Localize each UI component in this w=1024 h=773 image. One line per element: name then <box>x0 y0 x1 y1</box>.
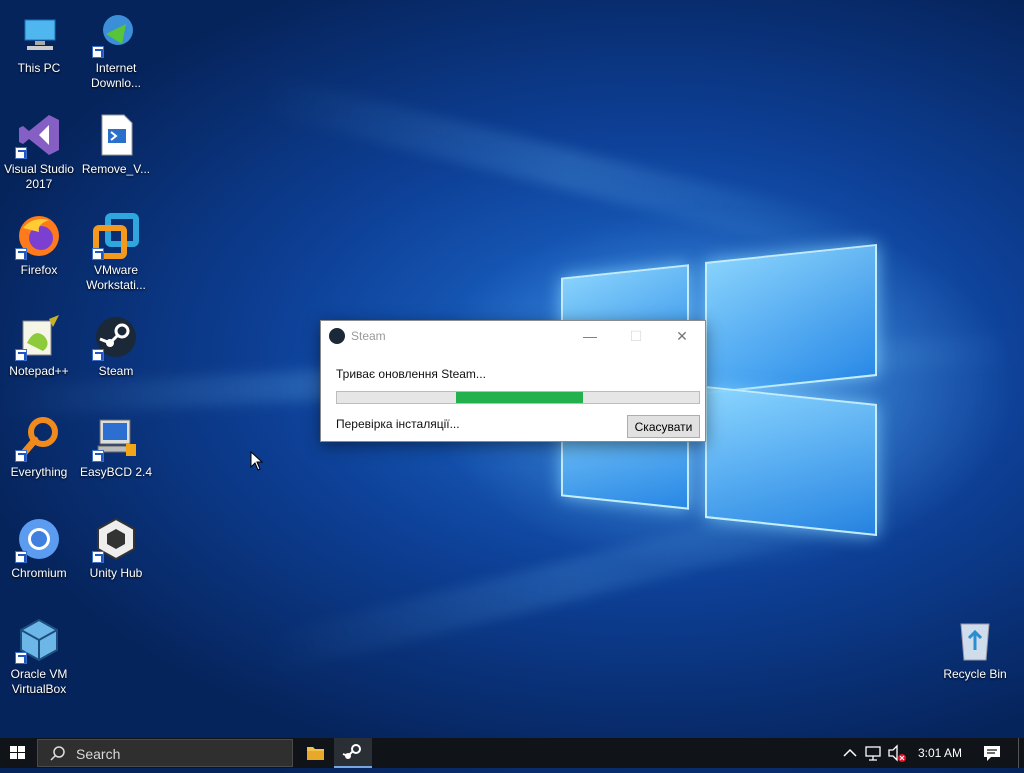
icon-label: Visual Studio 2017 <box>4 162 74 191</box>
taskbar: Search 3:01 AM <box>0 738 1024 768</box>
desktop-icon-steam[interactable]: Steam <box>76 307 156 379</box>
tray-action-center[interactable] <box>978 738 1006 768</box>
taskbar-file-explorer[interactable] <box>296 738 334 768</box>
progress-fill <box>456 392 584 403</box>
search-placeholder: Search <box>76 746 121 762</box>
desktop-icon-this-pc[interactable]: This PC <box>0 4 79 76</box>
desktop-icon-chromium[interactable]: Chromium <box>0 509 79 581</box>
cancel-button[interactable]: Скасувати <box>627 415 700 438</box>
icon-label: Internet Downlo... <box>90 61 142 90</box>
update-status-text: Перевірка інсталяції... <box>336 417 460 431</box>
tray-show-hidden[interactable] <box>840 738 860 768</box>
icon-label: Chromium <box>11 566 67 580</box>
desktop-icon-firefox[interactable]: Firefox <box>0 206 79 278</box>
shortcut-arrow-icon <box>92 551 104 563</box>
icon-label: Unity Hub <box>89 566 143 580</box>
steam-icon <box>92 313 140 361</box>
update-progress-bar <box>336 391 700 404</box>
dialog-title: Steam <box>351 329 386 343</box>
folder-icon <box>307 747 324 760</box>
desktop-icon-unity-hub[interactable]: Unity Hub <box>76 509 156 581</box>
easybcd-icon <box>92 414 140 462</box>
minimize-button[interactable]: — <box>567 321 613 351</box>
icon-label: Remove_V... <box>81 162 151 176</box>
desktop-icon-visual-studio[interactable]: Visual Studio 2017 <box>0 105 79 192</box>
icon-label: VMware Workstati... <box>86 263 146 292</box>
visual-studio-icon <box>15 111 63 159</box>
chromium-icon <box>15 515 63 563</box>
everything-search-icon <box>15 414 63 462</box>
icon-label: Steam <box>98 364 134 378</box>
desktop-icon-easybcd[interactable]: EasyBCD 2.4 <box>76 408 156 480</box>
shortcut-arrow-icon <box>15 248 27 260</box>
shortcut-arrow-icon <box>15 652 27 664</box>
desktop-icon-remove-script[interactable]: Remove_V... <box>76 105 156 177</box>
mouse-cursor-icon <box>250 450 264 476</box>
dialog-titlebar[interactable]: Steam — ☐ ✕ <box>321 321 705 351</box>
volume-muted-icon <box>888 744 906 762</box>
maximize-button: ☐ <box>629 328 643 344</box>
desktop-icon-everything[interactable]: Everything <box>0 408 79 480</box>
icon-label: This PC <box>17 61 61 75</box>
chevron-up-icon <box>843 748 857 757</box>
notification-icon <box>984 746 1000 761</box>
taskbar-steam[interactable] <box>334 738 372 768</box>
recycle-bin-icon <box>951 616 999 664</box>
icon-label: Recycle Bin <box>943 667 1007 681</box>
taskbar-clock[interactable]: 3:01 AM <box>910 746 970 760</box>
close-button[interactable]: ✕ <box>659 321 705 351</box>
shortcut-arrow-icon <box>92 450 104 462</box>
steam-logo-icon <box>329 328 345 344</box>
desktop-icon-virtualbox[interactable]: Oracle VM VirtualBox <box>0 610 79 697</box>
shortcut-arrow-icon <box>15 450 27 462</box>
idm-icon <box>92 10 140 58</box>
tray-network[interactable] <box>862 738 884 768</box>
desktop-icon-notepad-plus-plus[interactable]: Notepad++ <box>0 307 79 379</box>
desktop-icon-recycle-bin[interactable]: Recycle Bin <box>935 610 1015 682</box>
icon-label: EasyBCD 2.4 <box>79 465 153 479</box>
icon-label: Oracle VM VirtualBox <box>10 667 68 696</box>
icon-label: Firefox <box>20 263 58 277</box>
desktop-icon-vmware[interactable]: VMware Workstati... <box>76 206 156 293</box>
unity-hub-icon <box>92 515 140 563</box>
network-icon <box>865 746 881 761</box>
computer-icon <box>15 10 63 58</box>
update-message: Триває оновлення Steam... <box>336 367 486 381</box>
tray-volume[interactable] <box>886 738 908 768</box>
taskbar-search-box[interactable]: Search <box>37 739 293 767</box>
shortcut-arrow-icon <box>92 349 104 361</box>
steam-icon <box>342 744 361 759</box>
firefox-icon <box>15 212 63 260</box>
desktop-icon-internet-download-manager[interactable]: Internet Downlo... <box>76 4 156 91</box>
search-icon <box>50 746 65 761</box>
shortcut-arrow-icon <box>92 248 104 260</box>
shortcut-arrow-icon <box>15 147 27 159</box>
show-desktop-button[interactable] <box>1018 738 1024 768</box>
shortcut-arrow-icon <box>15 551 27 563</box>
shortcut-arrow-icon <box>15 349 27 361</box>
icon-label: Notepad++ <box>9 364 69 378</box>
windows-start-icon <box>10 746 25 759</box>
start-button[interactable] <box>0 738 36 768</box>
powershell-script-icon <box>92 111 140 159</box>
notepad-plus-plus-icon <box>15 313 63 361</box>
icon-label: Everything <box>10 465 68 479</box>
virtualbox-icon <box>15 616 63 664</box>
shortcut-arrow-icon <box>92 46 104 58</box>
steam-update-dialog: Steam — ☐ ✕ Триває оновлення Steam... Пе… <box>320 320 706 442</box>
vmware-icon <box>92 212 140 260</box>
